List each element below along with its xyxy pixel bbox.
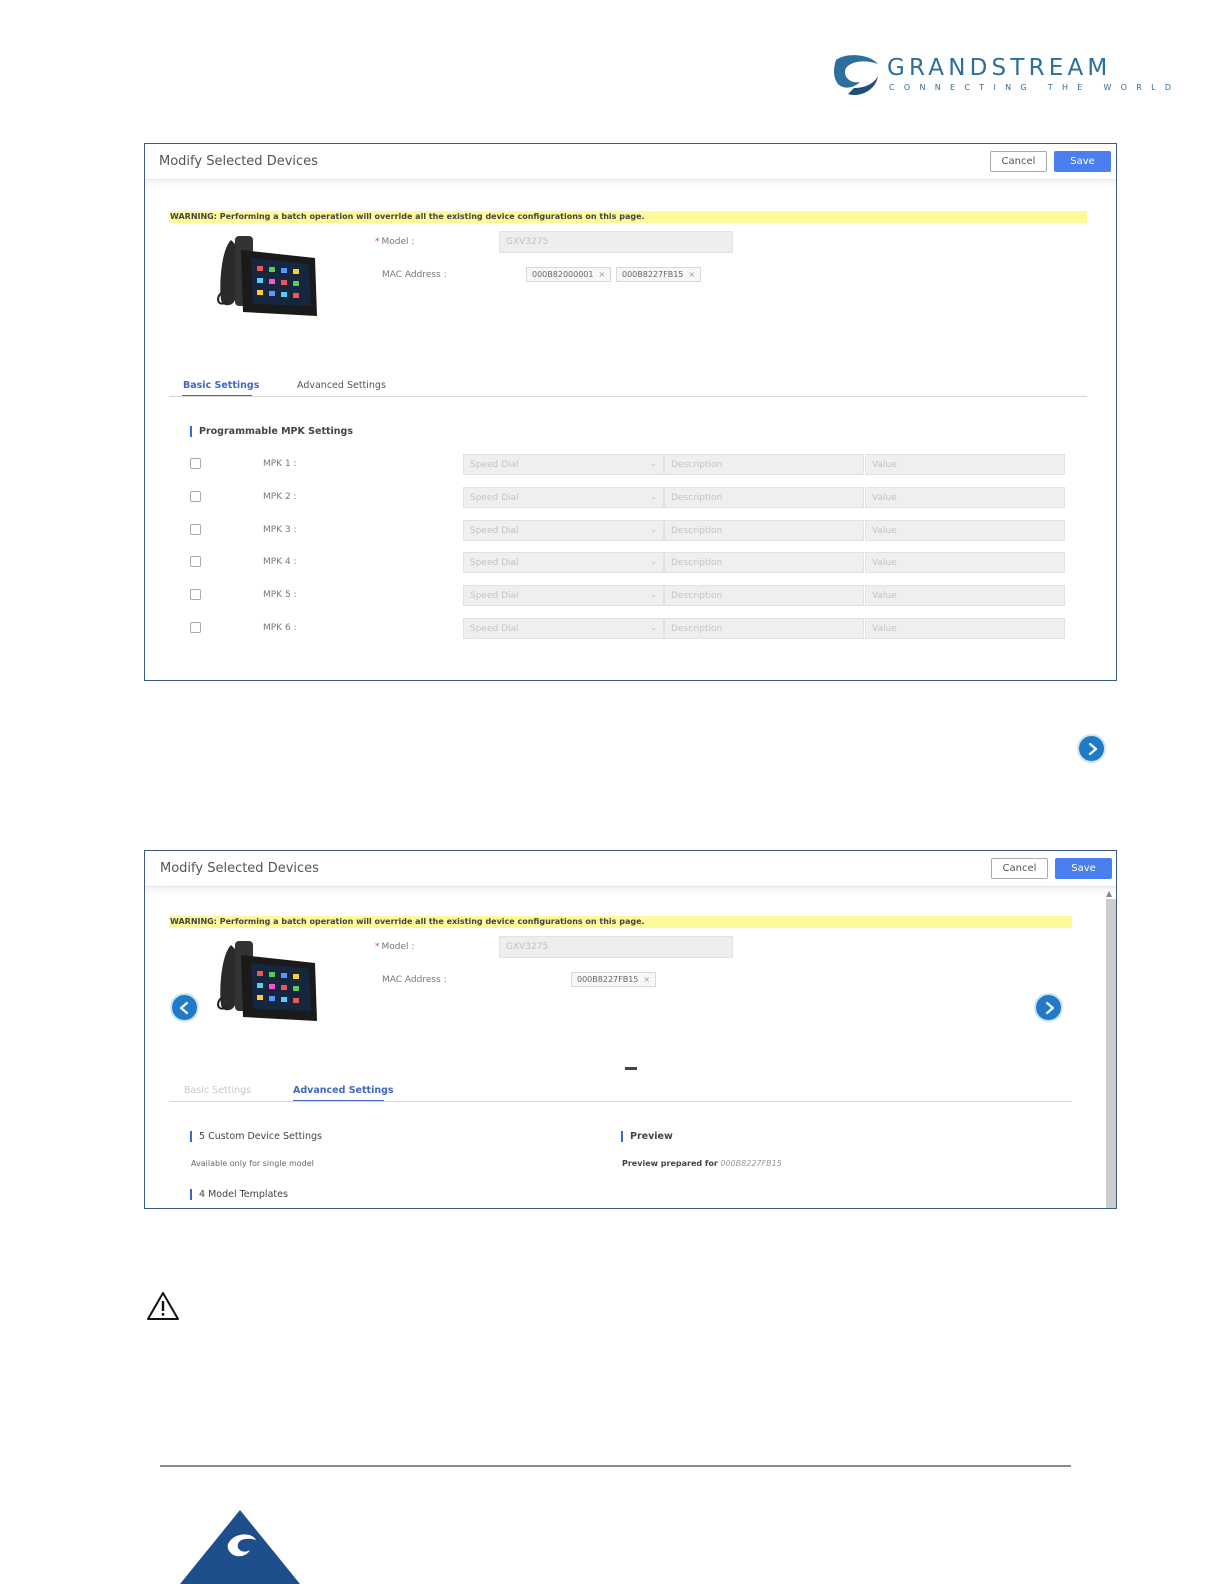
mpk-type-select[interactable]: Speed Dial ⌄ (463, 585, 664, 606)
mpk-description-field[interactable]: Description (664, 454, 864, 475)
mpk-type-select[interactable]: Speed Dial ⌄ (463, 454, 664, 475)
mac-address-label: MAC Address : (382, 270, 447, 280)
tab-advanced-settings[interactable]: Advanced Settings (293, 1085, 394, 1096)
mpk-label: MPK 2 : (263, 492, 297, 502)
mpk-description-field[interactable]: Description (664, 618, 864, 639)
model-field[interactable]: GXV3275 (499, 936, 733, 958)
mpk-description-field[interactable]: Description (664, 487, 864, 508)
next-device-button[interactable] (1034, 993, 1063, 1022)
remove-tag-icon[interactable]: × (643, 975, 650, 984)
chevron-down-icon: ⌄ (650, 459, 657, 468)
cancel-button[interactable]: Cancel (991, 858, 1048, 879)
mpk-description-field[interactable]: Description (664, 585, 864, 606)
model-templates-title: 4 Model Templates (190, 1189, 288, 1200)
phone-image (217, 236, 317, 316)
mpk-type-select[interactable]: Speed Dial ⌄ (463, 618, 664, 639)
save-button[interactable]: Save (1054, 151, 1111, 172)
mpk-label: MPK 3 : (263, 525, 297, 535)
preview-note: Preview prepared for 000B8227FB15 (622, 1159, 782, 1168)
mpk-value-field[interactable]: Value (865, 585, 1065, 606)
mpk-description-field[interactable]: Description (664, 552, 864, 573)
grandstream-logo-icon (834, 55, 878, 96)
mpk-checkbox[interactable] (190, 622, 201, 633)
mpk-type-select[interactable]: Speed Dial ⌄ (463, 552, 664, 573)
tabs-divider (169, 396, 1087, 397)
preview-section-title: Preview (621, 1131, 673, 1142)
phone-image (217, 941, 317, 1021)
mpk-type-select[interactable]: Speed Dial ⌄ (463, 520, 664, 541)
mac-address-label: MAC Address : (382, 975, 447, 985)
remove-tag-icon[interactable]: × (598, 270, 605, 279)
model-label: * Model : (375, 942, 415, 952)
preview-mac: 000B8227FB15 (720, 1159, 782, 1168)
header-shadow (145, 180, 1116, 188)
batch-warning-banner: WARNING: Performing a batch operation wi… (169, 211, 1087, 223)
dialog-header: Modify Selected Devices Cancel Save (145, 851, 1116, 887)
mpk-value-field[interactable]: Value (865, 487, 1065, 508)
warning-icon (147, 1292, 179, 1320)
mpk-checkbox[interactable] (190, 491, 201, 502)
chevron-right-icon (1088, 742, 1098, 756)
save-button[interactable]: Save (1055, 858, 1112, 879)
mac-tag[interactable]: 000B8227FB15 × (571, 972, 657, 987)
brand-name: GRANDSTREAM (887, 55, 1112, 81)
mac-tag[interactable]: 000B82000001 × (526, 267, 612, 282)
footer-logo-icon (180, 1510, 300, 1584)
chevron-right-icon (1045, 1001, 1055, 1015)
dialog-title: Modify Selected Devices (159, 154, 318, 169)
required-marker: * (375, 237, 380, 247)
next-arrow-button[interactable] (1077, 734, 1106, 763)
scroll-up-icon[interactable]: ▲ (1106, 889, 1112, 898)
mpk-value-field[interactable]: Value (865, 454, 1065, 475)
model-label: * Model : (375, 237, 415, 247)
modify-devices-dialog-basic: Modify Selected Devices Cancel Save WARN… (144, 143, 1117, 681)
tab-basic-settings[interactable]: Basic Settings (184, 1085, 251, 1096)
previous-device-button[interactable] (170, 993, 199, 1022)
mpk-section-title: Programmable MPK Settings (190, 426, 353, 437)
mac-tag[interactable]: 000B8227FB15 × (616, 267, 702, 282)
chevron-down-icon: ⌄ (650, 525, 657, 534)
mpk-checkbox[interactable] (190, 524, 201, 535)
footer-divider (160, 1465, 1071, 1467)
mpk-value-field[interactable]: Value (865, 552, 1065, 573)
mpk-checkbox[interactable] (190, 589, 201, 600)
tab-advanced-settings[interactable]: Advanced Settings (297, 380, 386, 391)
scrollbar[interactable] (1106, 899, 1116, 1208)
mpk-checkbox[interactable] (190, 556, 201, 567)
header-shadow (145, 887, 1116, 895)
custom-device-settings-note: Available only for single model (191, 1159, 314, 1168)
chevron-left-icon (179, 1001, 189, 1015)
chevron-down-icon: ⌄ (650, 623, 657, 632)
modify-devices-dialog-advanced: Modify Selected Devices Cancel Save ▲ WA… (144, 850, 1117, 1209)
remove-tag-icon[interactable]: × (688, 270, 695, 279)
mpk-label: MPK 4 : (263, 557, 297, 567)
mpk-label: MPK 5 : (263, 590, 297, 600)
chevron-down-icon: ⌄ (650, 557, 657, 566)
dialog-title: Modify Selected Devices (160, 861, 319, 876)
brand-tagline: CONNECTING THE WORLD (889, 83, 1181, 92)
tabs-divider (169, 1101, 1072, 1102)
mpk-value-field[interactable]: Value (865, 520, 1065, 541)
mpk-label: MPK 1 : (263, 459, 297, 469)
chevron-down-icon: ⌄ (650, 590, 657, 599)
mpk-description-field[interactable]: Description (664, 520, 864, 541)
model-field[interactable]: GXV3275 (499, 231, 733, 253)
mpk-label: MPK 6 : (263, 623, 297, 633)
chevron-down-icon: ⌄ (650, 492, 657, 501)
carousel-indicator[interactable] (625, 1067, 637, 1070)
tab-basic-settings[interactable]: Basic Settings (183, 380, 259, 391)
cancel-button[interactable]: Cancel (990, 151, 1047, 172)
mpk-checkbox[interactable] (190, 458, 201, 469)
grandstream-logo: GRANDSTREAM CONNECTING THE WORLD (834, 54, 1171, 98)
batch-warning-banner: WARNING: Performing a batch operation wi… (169, 916, 1072, 928)
mpk-value-field[interactable]: Value (865, 618, 1065, 639)
mpk-type-select[interactable]: Speed Dial ⌄ (463, 487, 664, 508)
custom-device-settings-title: 5 Custom Device Settings (190, 1131, 322, 1142)
required-marker: * (375, 942, 380, 952)
dialog-header: Modify Selected Devices Cancel Save (145, 144, 1116, 180)
